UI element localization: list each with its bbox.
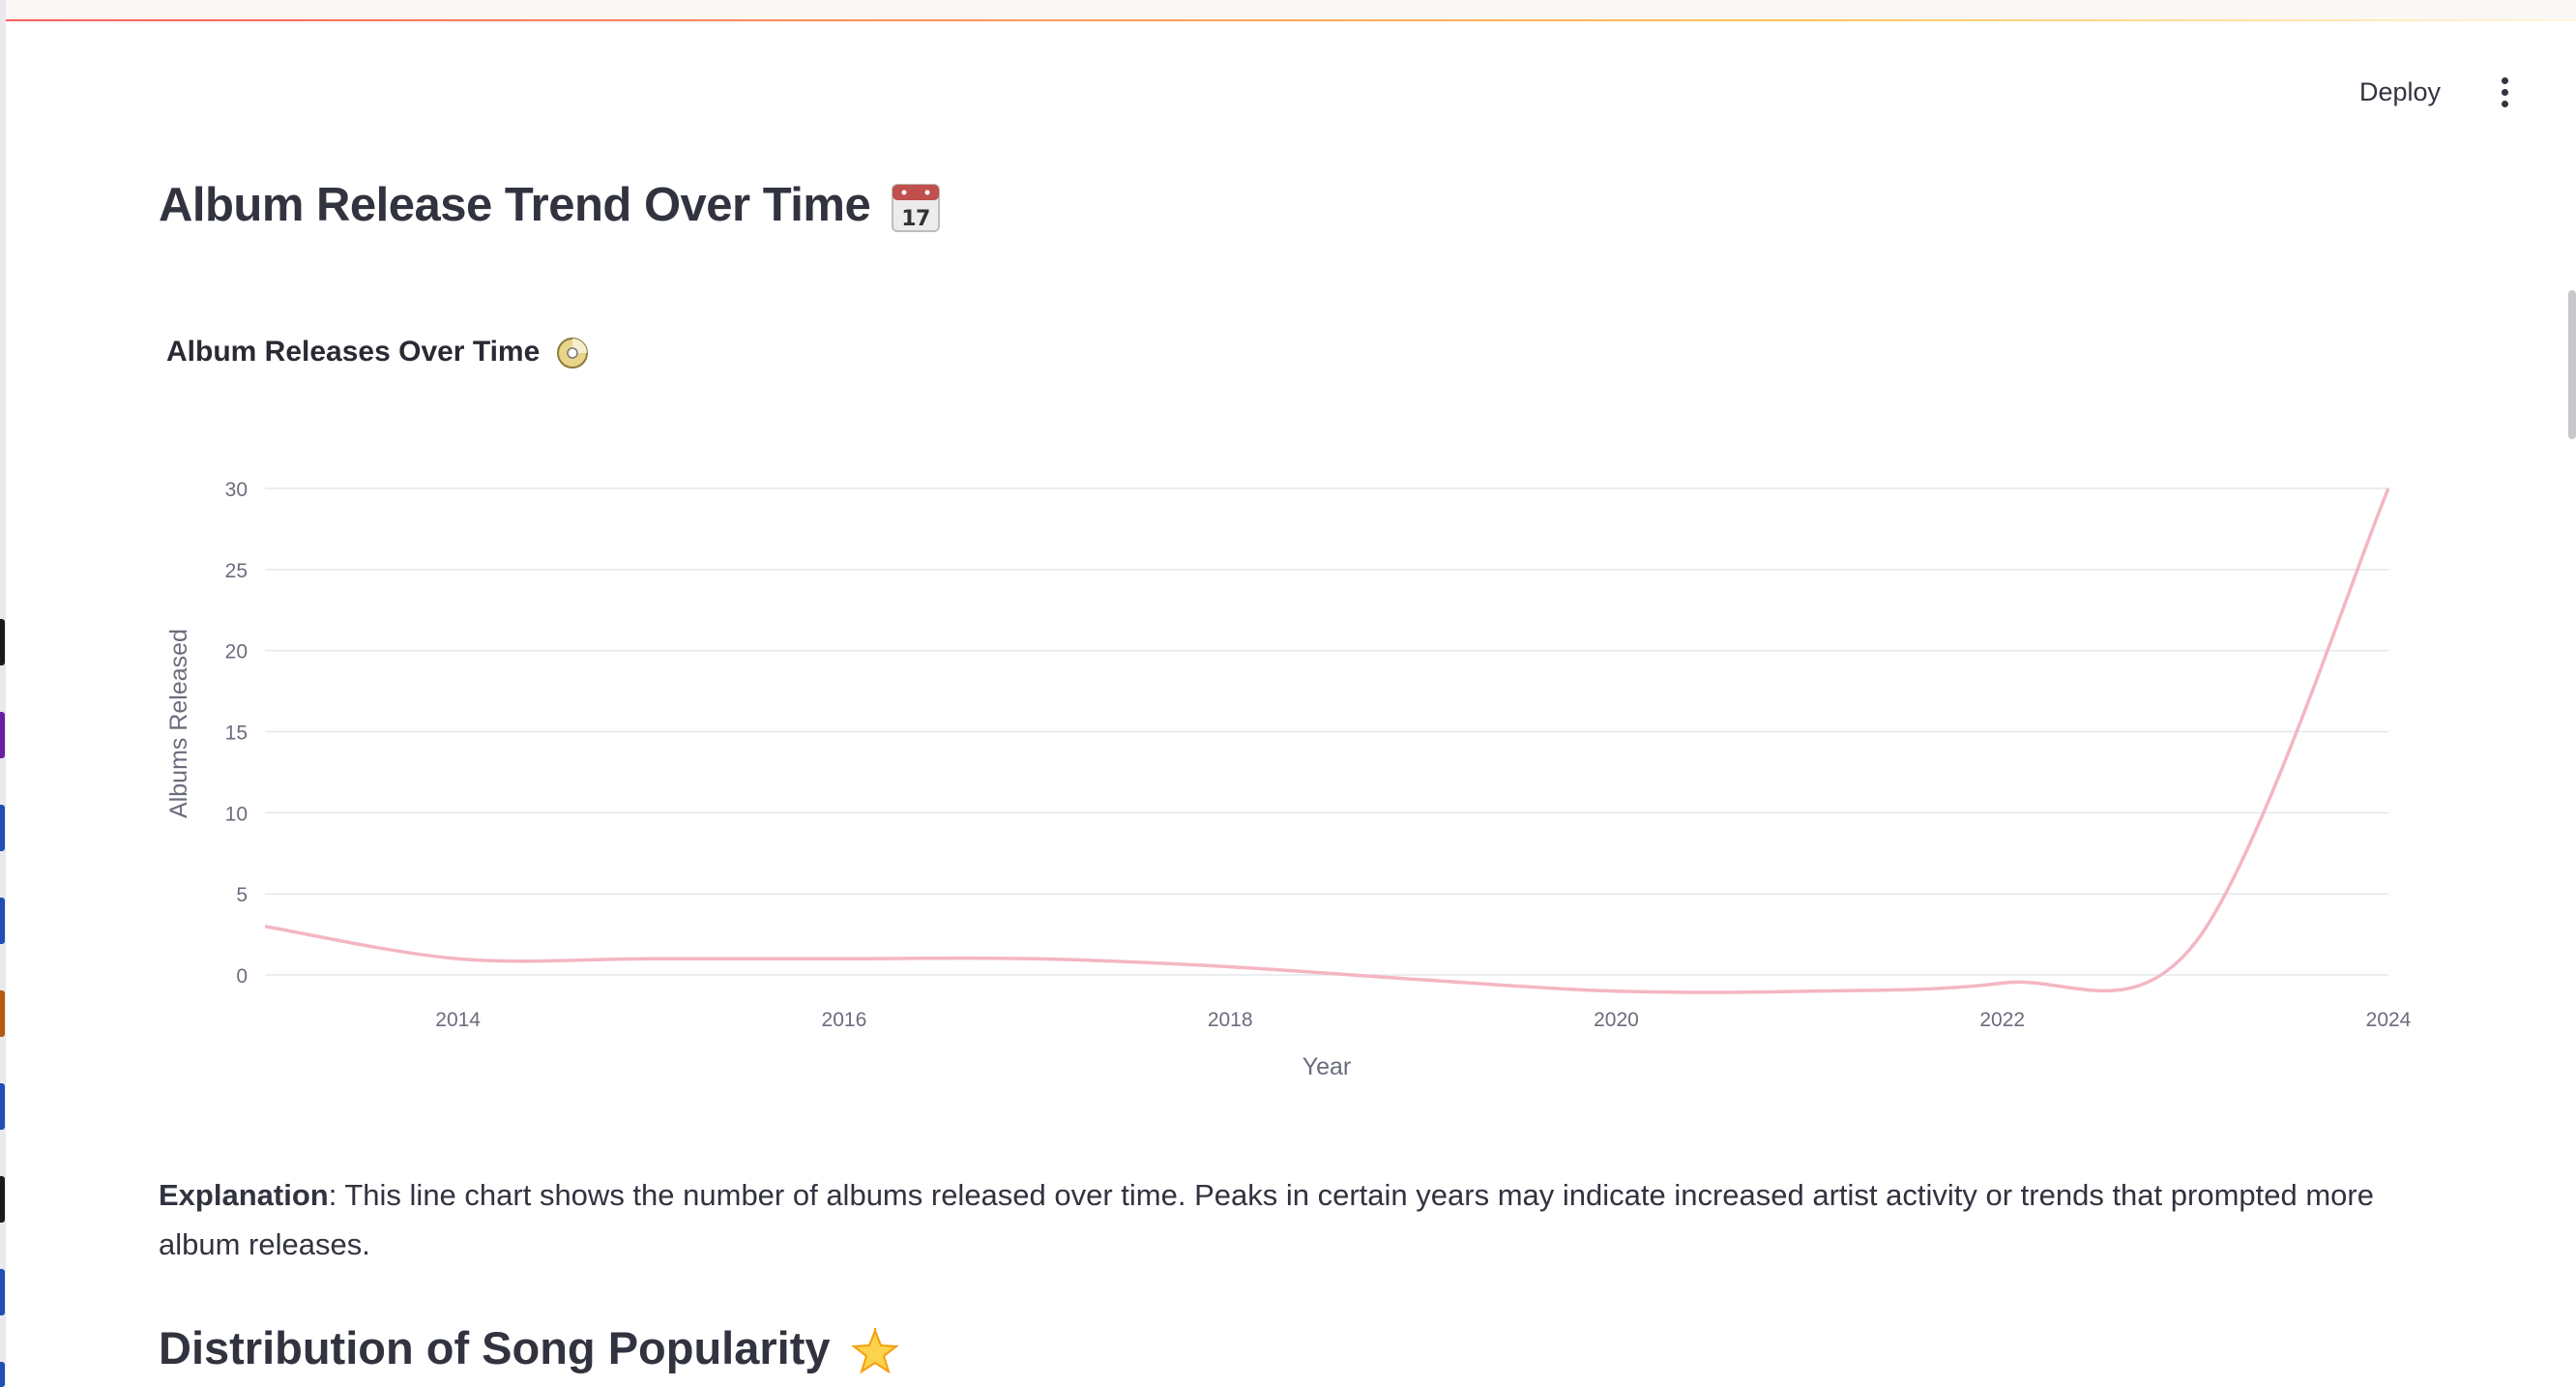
x-tick-label: 2014 — [435, 1009, 481, 1031]
y-tick-label: 5 — [236, 884, 248, 906]
x-tick-label: 2018 — [1208, 1009, 1253, 1031]
explanation-body: : This line chart shows the number of al… — [159, 1178, 2374, 1261]
x-tick-label: 2022 — [1979, 1009, 2025, 1031]
x-tick-label: 2024 — [2366, 1009, 2412, 1031]
series-line — [265, 487, 2390, 994]
section-title-text: Distribution of Song Popularity — [159, 1322, 831, 1373]
y-axis-label: Albums Released — [165, 629, 192, 818]
explanation-label: Explanation — [159, 1178, 329, 1212]
y-tick-label: 30 — [225, 479, 248, 501]
section-title: Distribution of Song Popularity — [159, 1321, 899, 1376]
glowing-star-icon — [850, 1327, 899, 1373]
y-tick-label: 10 — [225, 803, 248, 825]
y-tick-label: 25 — [225, 560, 248, 582]
y-tick-label: 20 — [225, 641, 248, 664]
explanation-text: Explanation: This line chart shows the n… — [159, 1170, 2402, 1269]
y-tick-label: 15 — [225, 723, 248, 745]
y-tick-label: 0 — [236, 965, 248, 988]
x-tick-label: 2016 — [822, 1009, 867, 1031]
x-tick-label: 2020 — [1594, 1009, 1639, 1031]
x-axis-label: Year — [1303, 1053, 1352, 1080]
